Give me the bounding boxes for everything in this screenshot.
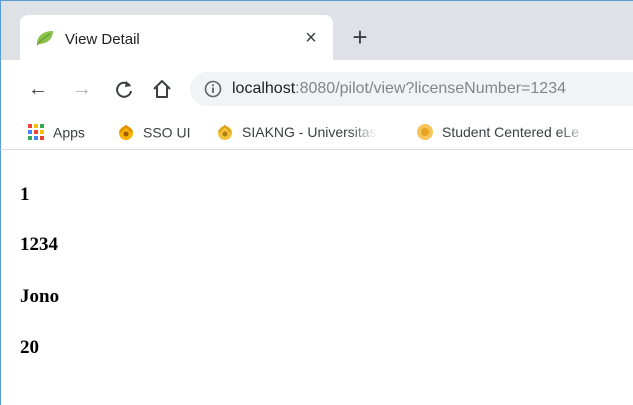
apps-grid-icon bbox=[27, 123, 45, 141]
bookmarks-bar: Apps SSO UI SIAKNG - Universitas Student… bbox=[0, 116, 633, 150]
back-arrow-icon[interactable]: ← bbox=[27, 78, 49, 100]
ui-logo-icon bbox=[416, 123, 434, 141]
url-host: localhost bbox=[232, 80, 296, 97]
ui-logo-icon bbox=[117, 123, 135, 141]
bookmark-student-centered[interactable]: Student Centered eLe bbox=[416, 123, 579, 143]
bookmark-label: SIAKNG - Universitas bbox=[242, 124, 377, 141]
browser-window: View Detail × + ← → localhost:8080/pilot… bbox=[0, 0, 633, 405]
toolbar: ← → localhost:8080/pilot/view?licenseNum… bbox=[0, 60, 633, 116]
bookmark-siakng[interactable]: SIAKNG - Universitas bbox=[216, 123, 377, 143]
bookmark-label: Student Centered eLe bbox=[442, 124, 579, 141]
detail-id: 1 bbox=[20, 184, 30, 205]
detail-name: Jono bbox=[20, 286, 60, 307]
ui-logo-icon bbox=[216, 123, 234, 141]
new-tab-button[interactable]: + bbox=[348, 24, 372, 50]
detail-license-number: 1234 bbox=[20, 234, 58, 255]
page-content: 1 1234 Jono 20 bbox=[0, 150, 633, 405]
address-bar[interactable]: localhost:8080/pilot/view?licenseNumber=… bbox=[190, 72, 633, 106]
bookmark-apps[interactable]: Apps bbox=[27, 123, 85, 143]
url-path: :8080/pilot/view?licenseNumber=1234 bbox=[295, 80, 566, 97]
tab-title: View Detail bbox=[65, 31, 140, 48]
tab-strip: View Detail × + bbox=[0, 0, 633, 61]
close-icon[interactable]: × bbox=[301, 28, 321, 48]
detail-flight-hour: 20 bbox=[20, 337, 39, 358]
bookmark-label: SSO UI bbox=[143, 124, 191, 141]
bookmark-label: Apps bbox=[53, 124, 85, 141]
home-icon[interactable] bbox=[151, 78, 173, 100]
url-text: localhost:8080/pilot/view?licenseNumber=… bbox=[232, 80, 566, 98]
leaf-icon bbox=[35, 30, 55, 46]
tab-view-detail[interactable]: View Detail × bbox=[20, 15, 333, 61]
info-icon[interactable] bbox=[204, 80, 222, 98]
reload-icon[interactable] bbox=[113, 78, 135, 100]
bookmark-sso-ui[interactable]: SSO UI bbox=[117, 123, 190, 143]
forward-arrow-icon[interactable]: → bbox=[71, 78, 93, 100]
